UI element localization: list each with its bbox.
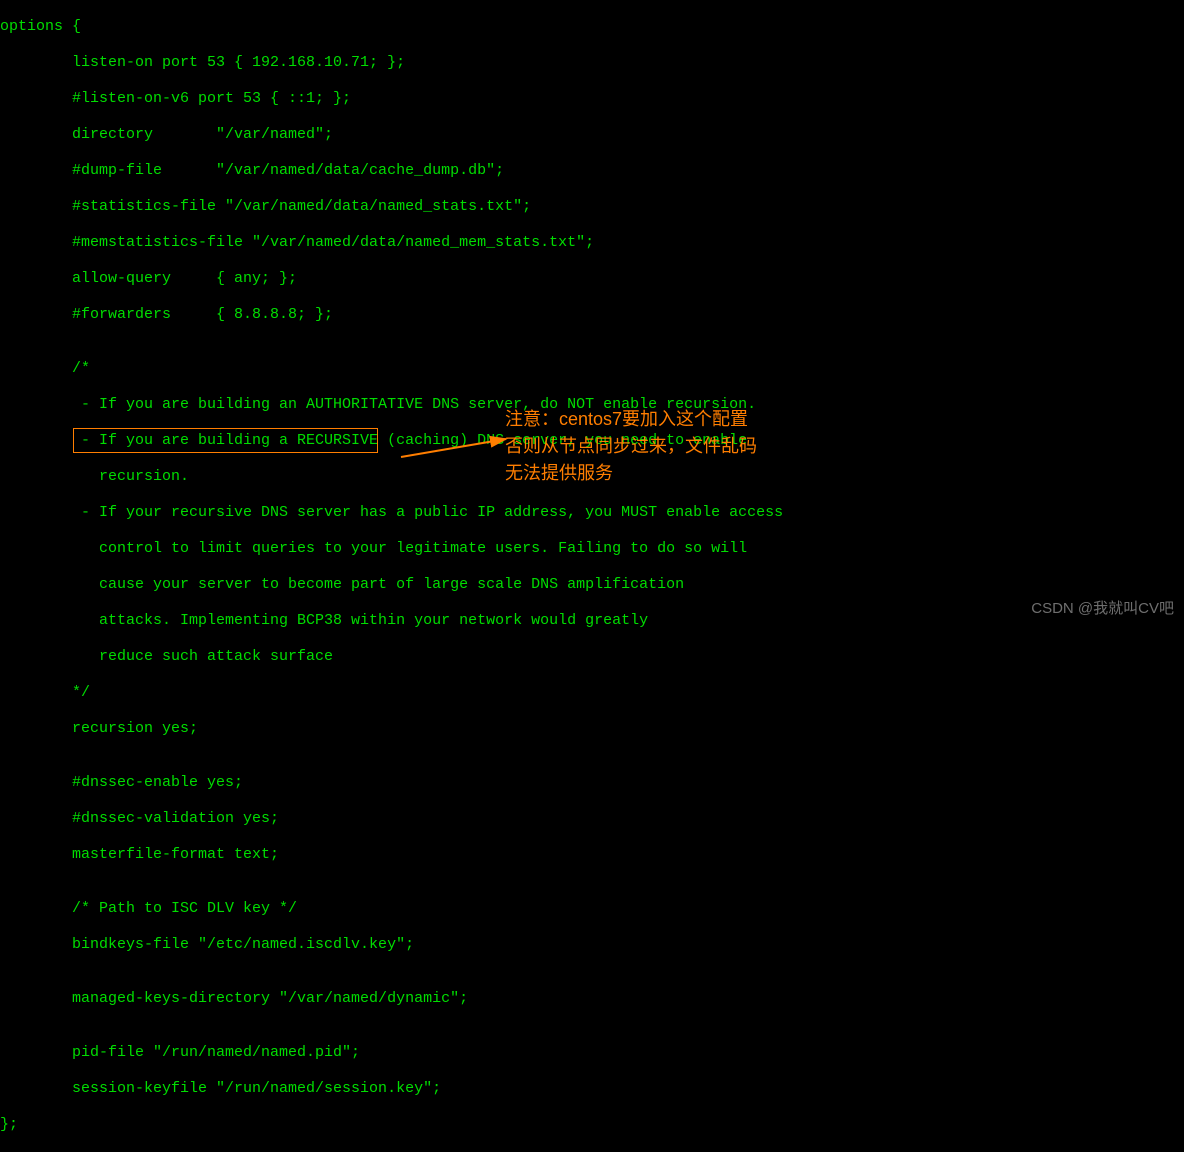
- annotation-text: 注意：centos7要加入这个配置 否则从节点同步过来，文件乱码 无法提供服务: [505, 406, 855, 487]
- code-line: recursion yes;: [0, 720, 783, 738]
- code-line: #dump-file "/var/named/data/cache_dump.d…: [0, 162, 783, 180]
- code-line: reduce such attack surface: [0, 648, 783, 666]
- code-line: };: [0, 1116, 783, 1134]
- code-line: - If your recursive DNS server has a pub…: [0, 504, 783, 522]
- code-line: cause your server to become part of larg…: [0, 576, 783, 594]
- code-line: directory "/var/named";: [0, 126, 783, 144]
- code-line: #statistics-file "/var/named/data/named_…: [0, 198, 783, 216]
- annotation-line: 注意：centos7要加入这个配置: [505, 406, 855, 433]
- code-line: options {: [0, 18, 783, 36]
- code-line: listen-on port 53 { 192.168.10.71; };: [0, 54, 783, 72]
- code-line: allow-query { any; };: [0, 270, 783, 288]
- annotation-line: 否则从节点同步过来，文件乱码: [505, 433, 855, 460]
- code-line: attacks. Implementing BCP38 within your …: [0, 612, 783, 630]
- code-line: #forwarders { 8.8.8.8; };: [0, 306, 783, 324]
- code-line: /* Path to ISC DLV key */: [0, 900, 783, 918]
- watermark-text: CSDN @我就叫CV吧: [1031, 600, 1174, 618]
- code-line: */: [0, 684, 783, 702]
- code-line: #dnssec-enable yes;: [0, 774, 783, 792]
- config-code-block: options { listen-on port 53 { 192.168.10…: [0, 0, 783, 1152]
- code-line: pid-file "/run/named/named.pid";: [0, 1044, 783, 1062]
- annotation-line: 无法提供服务: [505, 460, 855, 487]
- code-line: #listen-on-v6 port 53 { ::1; };: [0, 90, 783, 108]
- code-line: masterfile-format text;: [0, 846, 783, 864]
- code-line: session-keyfile "/run/named/session.key"…: [0, 1080, 783, 1098]
- code-line: managed-keys-directory "/var/named/dynam…: [0, 990, 783, 1008]
- code-line: #memstatistics-file "/var/named/data/nam…: [0, 234, 783, 252]
- code-line: bindkeys-file "/etc/named.iscdlv.key";: [0, 936, 783, 954]
- code-line: /*: [0, 360, 783, 378]
- code-line: #dnssec-validation yes;: [0, 810, 783, 828]
- code-line: control to limit queries to your legitim…: [0, 540, 783, 558]
